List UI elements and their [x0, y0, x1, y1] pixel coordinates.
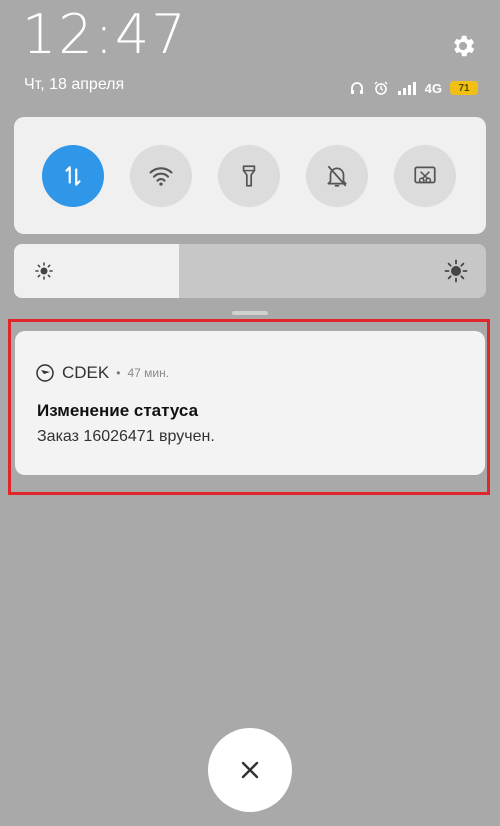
- flashlight-toggle[interactable]: [218, 145, 280, 207]
- headphones-icon: [350, 82, 363, 94]
- flashlight-icon: [242, 165, 256, 187]
- panel-drag-handle[interactable]: [232, 311, 268, 315]
- close-icon: [241, 761, 259, 779]
- network-type: 4G: [424, 80, 442, 96]
- clear-notifications-button[interactable]: [208, 728, 292, 812]
- wifi-toggle[interactable]: [130, 145, 192, 207]
- highlight-frame: [8, 319, 490, 495]
- mute-toggle[interactable]: [306, 145, 368, 207]
- data-transfer-icon: [65, 166, 81, 186]
- data-toggle[interactable]: [42, 145, 104, 207]
- brightness-slider[interactable]: [14, 244, 486, 298]
- settings-gear-icon[interactable]: [449, 32, 477, 60]
- brightness-high-icon: [444, 259, 468, 283]
- battery-indicator: 71: [450, 81, 478, 95]
- clock: 12:47: [22, 3, 188, 66]
- brightness-low-icon: [35, 262, 53, 280]
- date-label: Чт, 18 апреля: [24, 76, 125, 93]
- wifi-icon: [149, 167, 173, 186]
- signal-icon: [397, 82, 416, 95]
- screenshot-toggle[interactable]: [394, 145, 456, 207]
- quick-settings-panel: [14, 117, 486, 234]
- status-icons: 4G 71: [349, 78, 478, 98]
- alarm-icon: [374, 81, 388, 95]
- screenshot-icon: [414, 166, 436, 184]
- mute-bell-icon: [327, 165, 347, 187]
